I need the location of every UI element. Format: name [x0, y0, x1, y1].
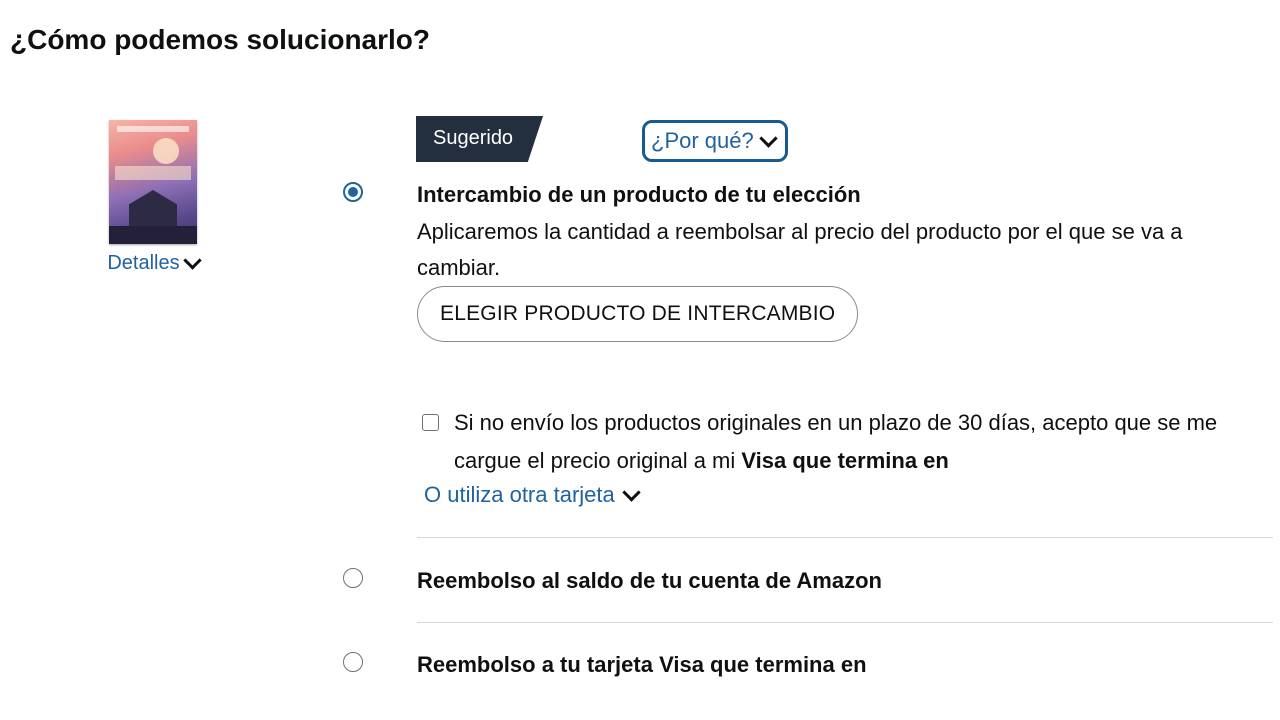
divider: [417, 537, 1273, 538]
chevron-down-icon: [622, 482, 641, 502]
book-cover-image[interactable]: [109, 120, 197, 244]
radio-exchange[interactable]: [343, 182, 363, 202]
divider: [417, 622, 1273, 623]
cover-author-band: [117, 126, 189, 132]
consent-card: Visa que termina en: [741, 448, 949, 473]
cover-title-band: [115, 166, 191, 180]
why-label: ¿Por qué?: [651, 128, 754, 153]
charge-consent: Si no envío los productos originales en …: [422, 404, 1272, 480]
details-toggle[interactable]: Detalles: [107, 251, 202, 275]
radio-amazon-balance[interactable]: [343, 568, 363, 588]
option-card-refund-title: Reembolso a tu tarjeta Visa que termina …: [417, 652, 867, 677]
why-button[interactable]: ¿Por qué?: [642, 120, 788, 162]
suggested-badge: Sugerido: [416, 116, 544, 162]
consent-text: Si no envío los productos originales en …: [454, 404, 1272, 480]
details-label: Detalles: [107, 252, 180, 274]
product-summary: Detalles: [92, 120, 214, 275]
other-card-label: O utiliza otra tarjeta: [424, 482, 615, 507]
choose-exchange-product-button[interactable]: ELEGIR PRODUCTO DE INTERCAMBIO: [417, 286, 859, 342]
radio-card-refund[interactable]: [343, 652, 363, 672]
use-other-card-toggle[interactable]: O utiliza otra tarjeta: [424, 482, 641, 508]
page-title: ¿Cómo podemos solucionarlo?: [10, 24, 431, 55]
option-amazon-balance-title: Reembolso al saldo de tu cuenta de Amazo…: [417, 568, 882, 593]
consent-checkbox[interactable]: [422, 414, 439, 431]
chevron-down-icon: [759, 128, 778, 148]
option-exchange-title: Intercambio de un producto de tu elecció…: [417, 182, 861, 207]
option-exchange-description: Aplicaremos la cantidad a reembolsar al …: [417, 219, 1183, 280]
cover-ground: [109, 226, 197, 244]
page: ¿Cómo podemos solucionarlo? Detalles Sug…: [0, 0, 1280, 720]
cover-moon: [153, 138, 179, 164]
cover-house: [129, 190, 177, 226]
chevron-down-icon: [182, 251, 202, 270]
